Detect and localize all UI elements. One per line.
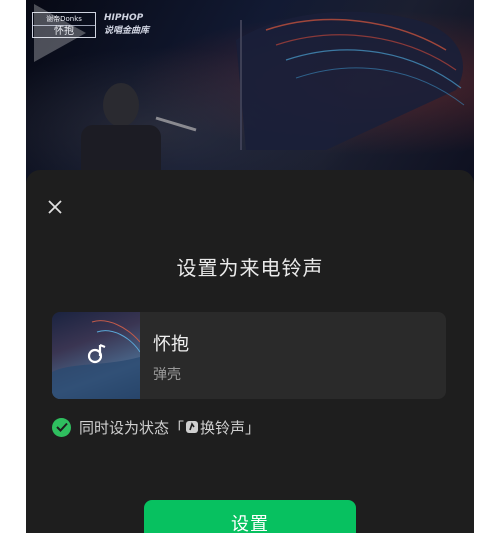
ringtone-sheet: 设置为来电铃声 怀抱 弹壳 同时设为状态「 换铃声」 设置 [26, 170, 474, 533]
status-ringtone-option[interactable]: 同时设为状态「 换铃声」 [52, 416, 260, 438]
set-button[interactable]: 设置 [144, 500, 356, 533]
play-icon[interactable] [26, 0, 92, 66]
sheet-title: 设置为来电铃声 [176, 256, 324, 280]
status-option-suffix: 换铃声」 [200, 418, 261, 437]
hiphop-logo: HIPHOP 说唱金曲库 [104, 12, 149, 38]
hiphop-subtitle: 说唱金曲库 [104, 26, 150, 36]
ringtone-icon [186, 421, 199, 433]
phone-screen: 谢帝Donks 怀抱 HIPHOP 说唱金曲库 设置为来电铃声 怀抱 弹壳 同时… [26, 0, 474, 533]
hiphop-text: HIPHOP [104, 13, 144, 23]
song-artist: 弹壳 [153, 367, 181, 383]
album-cover [52, 312, 140, 399]
music-note-icon [87, 343, 106, 364]
close-icon[interactable] [44, 196, 66, 218]
check-icon[interactable] [52, 417, 71, 437]
song-card: 怀抱 弹壳 [52, 312, 446, 399]
video-player[interactable]: 谢帝Donks 怀抱 HIPHOP 说唱金曲库 [26, 0, 474, 185]
status-option-prefix: 同时设为状态「 [79, 418, 185, 437]
song-title: 怀抱 [153, 334, 189, 355]
